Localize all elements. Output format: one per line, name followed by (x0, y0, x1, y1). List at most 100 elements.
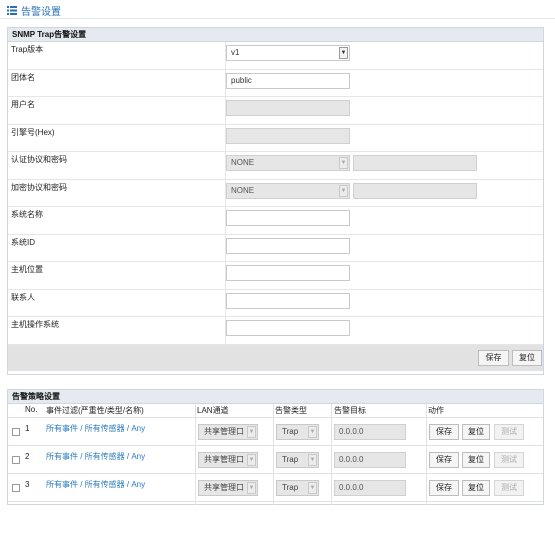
system-id-input[interactable] (226, 237, 350, 254)
col-type: 告警类型 (275, 406, 307, 415)
host-os-input[interactable] (226, 320, 350, 336)
row-test-button[interactable]: 测试 (494, 424, 524, 440)
col-action: 动作 (428, 406, 444, 415)
row-save-button[interactable]: 保存 (429, 480, 459, 496)
chevron-down-icon[interactable]: ▼ (339, 47, 348, 59)
row-contact: 联系人 (8, 289, 543, 317)
policy-table-header: No. 事件过滤(严重性/类型/名称) LAN通道 告警类型 告警目标 动作 (8, 404, 543, 418)
table-row: 2 所有事件 / 所有传感器 / Any 共享管理口 ▼ Trap ▼ 0.0.… (8, 446, 543, 474)
alarm-target-input[interactable]: 0.0.0.0 (334, 424, 406, 440)
row-engine-id: 引擎号(Hex) (8, 124, 543, 152)
community-input[interactable]: public (226, 72, 350, 89)
chevron-down-icon[interactable]: ▼ (247, 482, 256, 494)
list-icon (7, 5, 17, 15)
host-location-input[interactable] (226, 265, 350, 281)
lan-channel-value: 共享管理口 (204, 455, 244, 464)
alarm-type-value: Trap (282, 455, 299, 464)
row-system-name: 系统名称 (8, 207, 543, 235)
event-filter-link[interactable]: 所有事件 / 所有传感器 / Any (46, 479, 145, 490)
chevron-down-icon[interactable]: ▼ (308, 454, 317, 466)
title-divider (0, 18, 555, 19)
contact-input[interactable] (226, 292, 350, 309)
community-label: 团体名 (11, 72, 35, 82)
row-test-button[interactable]: 测试 (494, 452, 524, 468)
row-checkbox[interactable] (12, 484, 20, 492)
system-id-label: 系统ID (11, 237, 35, 247)
auth-password-input[interactable] (353, 155, 477, 171)
policy-table: No. 事件过滤(严重性/类型/名称) LAN通道 告警类型 告警目标 动作 1… (8, 404, 543, 505)
auth-protocol-value: NONE (231, 158, 255, 167)
row-auth-protocol: 认证协议和密码 NONE ▼ (8, 152, 543, 180)
alarm-target-input[interactable]: 0.0.0.0 (334, 452, 406, 468)
snmp-panel-header: SNMP Trap告警设置 (8, 28, 543, 42)
row-reset-button[interactable]: 复位 (462, 424, 490, 440)
alarm-type-select[interactable]: Trap ▼ (276, 452, 319, 468)
col-filter: 事件过滤(严重性/类型/名称) (46, 406, 144, 415)
row-host-location: 主机位置 (8, 262, 543, 290)
chevron-down-icon[interactable]: ▼ (308, 482, 317, 494)
lan-channel-select[interactable]: 共享管理口 ▼ (198, 452, 258, 468)
row-reset-button[interactable]: 复位 (462, 452, 490, 468)
table-row: 1 所有事件 / 所有传感器 / Any 共享管理口 ▼ Trap ▼ 0.0.… (8, 418, 543, 446)
encrypt-password-input[interactable] (353, 182, 477, 199)
lan-channel-value: 共享管理口 (204, 483, 244, 492)
encrypt-protocol-select[interactable]: NONE ▼ (226, 182, 350, 199)
row-username: 用户名 (8, 97, 543, 125)
trap-version-value: v1 (231, 48, 240, 57)
row-encrypt-protocol: 加密协议和密码 NONE ▼ (8, 179, 543, 207)
chevron-down-icon[interactable]: ▼ (339, 184, 348, 197)
lan-channel-select[interactable]: 共享管理口 ▼ (198, 424, 258, 440)
snmp-form-footer: 保存 复位 (8, 344, 543, 371)
contact-label: 联系人 (11, 292, 35, 302)
trap-version-select[interactable]: v1 ▼ (226, 45, 350, 61)
auth-protocol-label: 认证协议和密码 (11, 155, 67, 164)
lan-channel-select[interactable]: 共享管理口 ▼ (198, 480, 258, 496)
row-save-button[interactable]: 保存 (429, 424, 459, 440)
chevron-down-icon[interactable]: ▼ (247, 454, 256, 466)
trap-version-label: Trap版本 (11, 45, 44, 54)
row-number: 2 (25, 452, 30, 461)
event-filter-link[interactable]: 所有事件 / 所有传感器 / Any (46, 451, 145, 462)
row-system-id: 系统ID (8, 234, 543, 262)
snmp-reset-button[interactable]: 复位 (512, 349, 542, 366)
row-number: 1 (25, 424, 30, 433)
host-location-label: 主机位置 (11, 265, 43, 274)
row-reset-button[interactable]: 复位 (462, 480, 490, 496)
auth-protocol-select[interactable]: NONE ▼ (226, 155, 350, 171)
row-test-button[interactable]: 测试 (494, 480, 524, 496)
engine-id-input[interactable] (226, 127, 350, 144)
row-trap-version: Trap版本 v1 ▼ (8, 42, 543, 70)
col-lan: LAN通道 (197, 406, 229, 415)
event-filter-link[interactable]: 所有事件 / 所有传感器 / Any (46, 423, 145, 434)
table-row: 3 所有事件 / 所有传感器 / Any 共享管理口 ▼ Trap ▼ 0.0.… (8, 474, 543, 502)
row-community: 团体名 public (8, 69, 543, 97)
snmp-trap-panel: SNMP Trap告警设置 Trap版本 v1 ▼ 团体名 public 用户名… (7, 27, 544, 375)
alarm-type-select[interactable]: Trap ▼ (276, 424, 319, 440)
alarm-type-value: Trap (282, 483, 299, 492)
row-host-os: 主机操作系统 (8, 317, 543, 345)
row-checkbox[interactable] (12, 428, 20, 436)
snmp-save-button[interactable]: 保存 (478, 349, 509, 366)
encrypt-protocol-label: 加密协议和密码 (11, 182, 67, 192)
col-no: No. (25, 405, 38, 414)
row-checkbox[interactable] (12, 456, 20, 464)
lan-channel-value: 共享管理口 (204, 427, 244, 436)
page-title-text: 告警设置 (21, 6, 61, 18)
username-input[interactable] (226, 100, 350, 116)
col-target: 告警目标 (334, 406, 366, 415)
page-title: 告警设置 (7, 3, 61, 18)
row-save-button[interactable]: 保存 (429, 452, 459, 468)
alarm-type-value: Trap (282, 427, 299, 436)
chevron-down-icon[interactable]: ▼ (247, 426, 256, 438)
encrypt-protocol-value: NONE (231, 185, 255, 195)
system-name-input[interactable] (226, 210, 350, 226)
chevron-down-icon[interactable]: ▼ (339, 157, 348, 169)
system-name-label: 系统名称 (11, 210, 43, 219)
chevron-down-icon[interactable]: ▼ (308, 426, 317, 438)
alarm-target-input[interactable]: 0.0.0.0 (334, 480, 406, 496)
alarm-type-select[interactable]: Trap ▼ (276, 480, 319, 496)
policy-panel-header: 告警策略设置 (8, 390, 543, 404)
username-label: 用户名 (11, 100, 35, 109)
host-os-label: 主机操作系统 (11, 320, 59, 329)
alarm-policy-panel: 告警策略设置 No. 事件过滤(严重性/类型/名称) LAN通道 告警类型 告警… (7, 389, 544, 505)
